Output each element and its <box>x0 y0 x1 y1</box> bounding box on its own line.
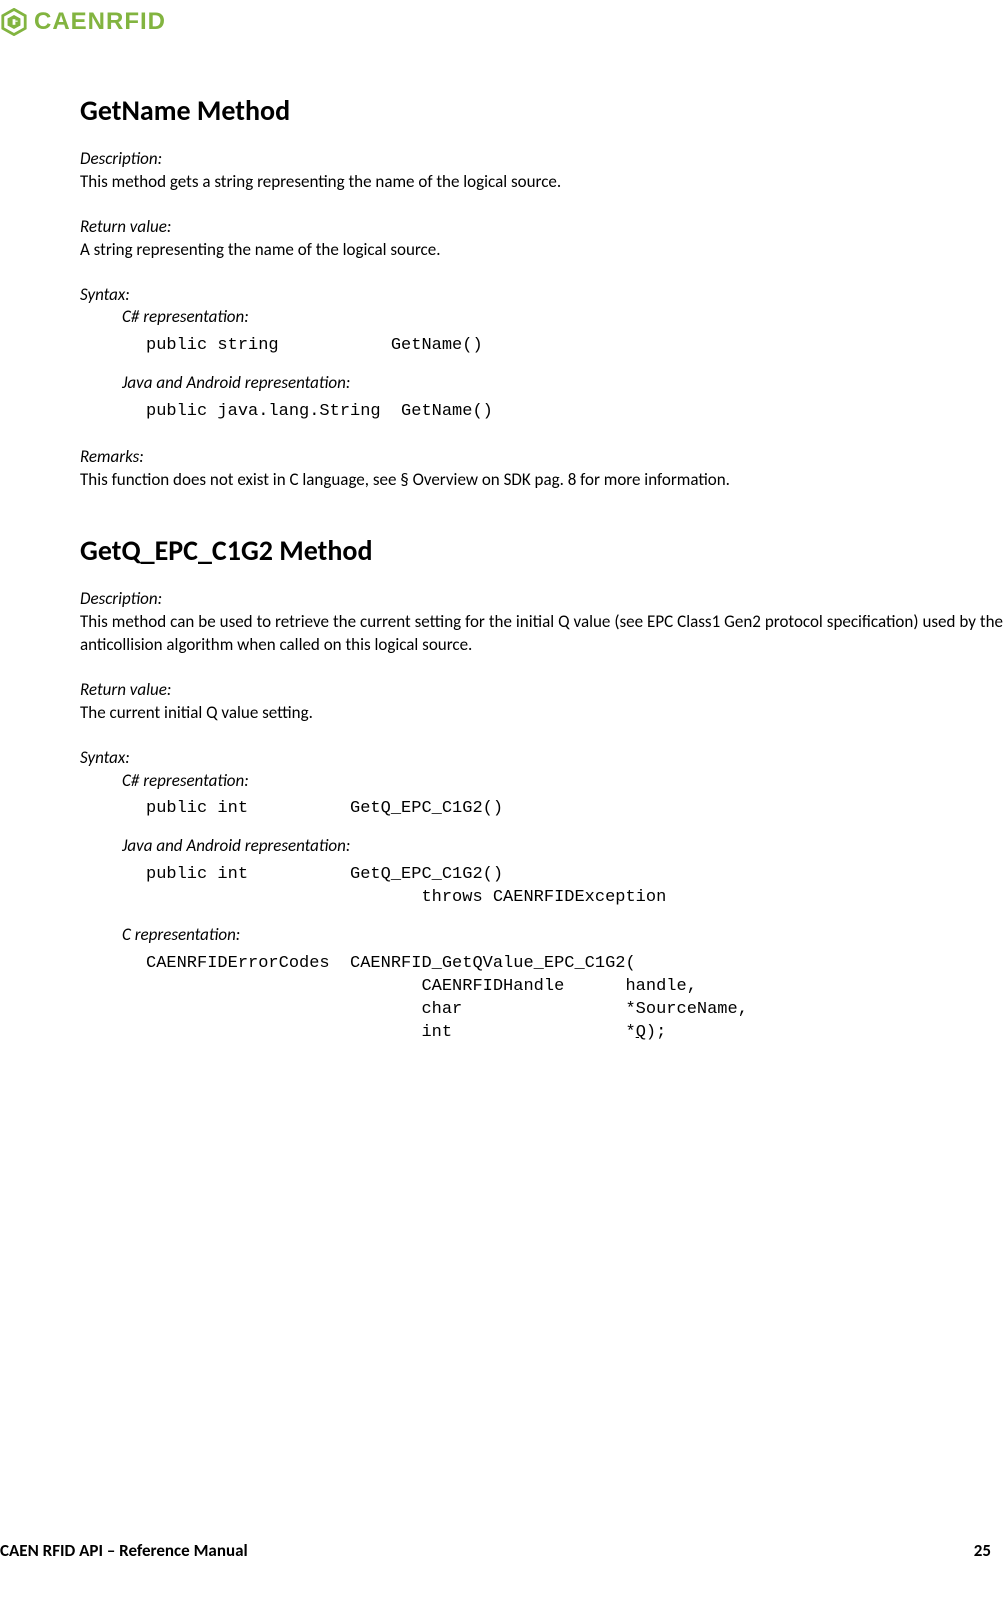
java-label: Java and Android representation: <box>122 835 1003 858</box>
description-label: Description: <box>80 148 1003 171</box>
logo: CAENRFID <box>0 8 166 36</box>
footer: CAEN RFID API – Reference Manual 25 <box>0 1540 991 1561</box>
c-code: CAENRFIDErrorCodes CAENRFID_GetQValue_EP… <box>146 953 1003 1045</box>
section-title: GetQ_EPC_C1G2 Method <box>80 532 1003 570</box>
syntax-label: Syntax: <box>80 747 1003 770</box>
description-label: Description: <box>80 588 1003 611</box>
section-getq: GetQ_EPC_C1G2 Method Description: This m… <box>80 532 1003 1045</box>
description-text: This method can be used to retrieve the … <box>80 611 1003 657</box>
section-getname: GetName Method Description: This method … <box>80 92 1003 492</box>
csharp-label: C# representation: <box>122 770 1003 793</box>
java-code: public java.lang.String GetName() <box>146 401 1003 424</box>
return-value-label: Return value: <box>80 216 1003 239</box>
return-value-text: A string representing the name of the lo… <box>80 239 1003 262</box>
return-value-label: Return value: <box>80 679 1003 702</box>
java-label: Java and Android representation: <box>122 372 1003 395</box>
description-text: This method gets a string representing t… <box>80 171 1003 194</box>
java-code: public int GetQ_EPC_C1G2() throws CAENRF… <box>146 864 1003 910</box>
remarks-text: This function does not exist in C langua… <box>80 469 1003 492</box>
footer-title: CAEN RFID API – Reference Manual <box>0 1540 248 1561</box>
csharp-code: public string GetName() <box>146 335 1003 358</box>
page-number: 25 <box>974 1540 991 1561</box>
c-label: C representation: <box>122 924 1003 947</box>
remarks-label: Remarks: <box>80 446 1003 469</box>
logo-icon <box>0 8 28 36</box>
return-value-text: The current initial Q value setting. <box>80 702 1003 725</box>
logo-text: CAENRFID <box>34 8 166 36</box>
syntax-label: Syntax: <box>80 284 1003 307</box>
main-content: GetName Method Description: This method … <box>80 92 1003 1085</box>
section-title: GetName Method <box>80 92 1003 130</box>
csharp-label: C# representation: <box>122 306 1003 329</box>
csharp-code: public int GetQ_EPC_C1G2() <box>146 798 1003 821</box>
